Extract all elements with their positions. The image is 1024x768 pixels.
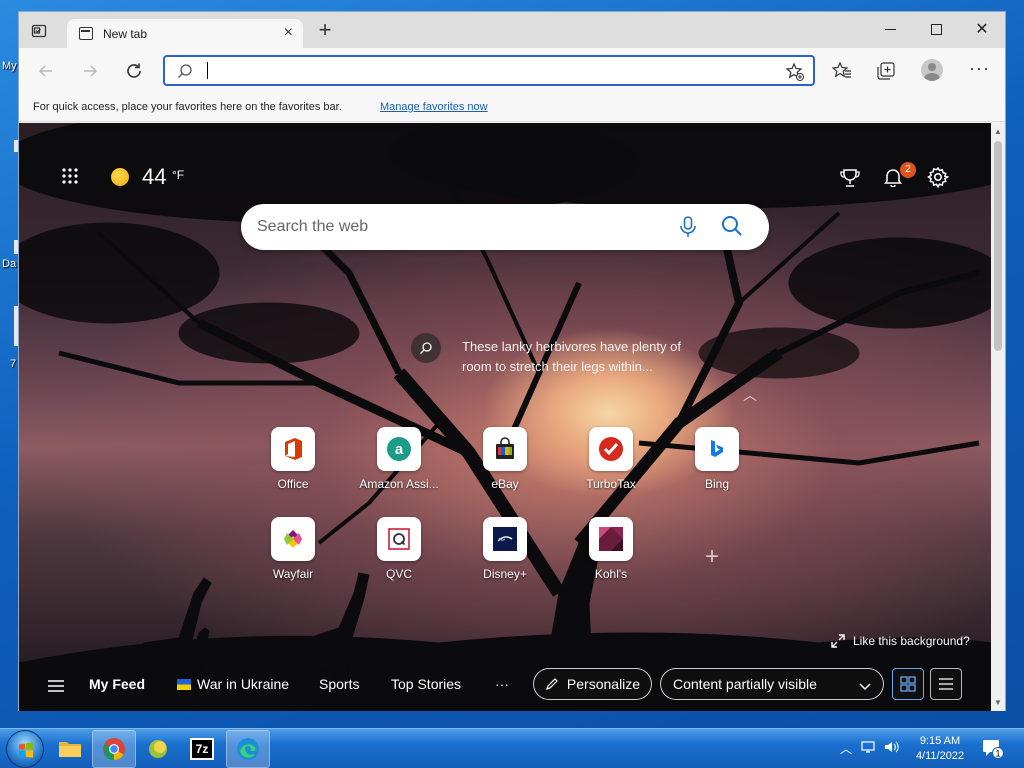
- desktop-icon-label[interactable]: 7: [10, 358, 16, 370]
- feed-tab-my-feed[interactable]: My Feed: [89, 676, 145, 692]
- apps-grid-icon[interactable]: [61, 167, 79, 188]
- scroll-down-icon[interactable]: ▼: [994, 698, 1002, 707]
- scroll-up-icon[interactable]: ▲: [994, 127, 1002, 136]
- taskbar-green-app[interactable]: [136, 730, 180, 768]
- list-layout-button[interactable]: [930, 668, 962, 700]
- web-search-box[interactable]: [241, 204, 769, 250]
- feed-tab-label: War in Ukraine: [197, 676, 290, 692]
- personalize-button[interactable]: Personalize: [533, 668, 652, 700]
- windows-logo-icon: [19, 742, 33, 758]
- scroll-thumb[interactable]: [994, 141, 1002, 351]
- green-app-icon: [149, 740, 167, 758]
- desktop-icon-label[interactable]: Da: [2, 258, 16, 270]
- feed-tab-top-stories[interactable]: Top Stories: [391, 676, 461, 692]
- personalize-label: Personalize: [566, 676, 641, 692]
- content-visibility-dropdown[interactable]: Content partially visible: [660, 668, 884, 700]
- taskbar-edge[interactable]: [226, 730, 270, 768]
- taskbar-file-explorer[interactable]: [48, 730, 92, 768]
- grid-layout-button[interactable]: [892, 668, 924, 700]
- feed-navigation-bar: My Feed War in Ukraine Sports Top Storie…: [19, 659, 991, 711]
- start-button[interactable]: [6, 730, 44, 768]
- new-tab-page: 44 °F 2 These lanky herbivores have plen…: [19, 123, 991, 711]
- wayfair-icon: [271, 517, 315, 561]
- quicklink-label: Wayfair: [272, 567, 314, 581]
- desktop-icon-label[interactable]: My: [2, 60, 17, 72]
- taskbar-clock[interactable]: 9:15 AM 4/11/2022: [908, 734, 972, 764]
- quicklink-label: eBay: [491, 477, 519, 491]
- chevron-up-icon[interactable]: ︿: [743, 385, 757, 405]
- weather-temperature[interactable]: 44: [142, 164, 166, 190]
- edge-icon: [237, 738, 259, 760]
- network-icon[interactable]: [860, 740, 876, 754]
- rewards-trophy-icon[interactable]: [839, 167, 861, 192]
- vertical-scrollbar[interactable]: ▲ ▼: [991, 123, 1005, 711]
- quicklink-bing[interactable]: Bing: [672, 427, 762, 491]
- chrome-icon: [103, 738, 125, 760]
- list-layout-icon: [939, 678, 953, 690]
- grid-layout-icon: [900, 676, 916, 692]
- taskbar-7zip[interactable]: 7z: [180, 730, 224, 768]
- quicklink-label: Amazon Assi...: [359, 477, 439, 491]
- hamburger-menu-icon[interactable]: [47, 679, 65, 696]
- taskbar-chrome[interactable]: [92, 730, 136, 768]
- quicklink-label: Office: [277, 477, 309, 491]
- quicklink-amazon-assistant[interactable]: a Amazon Assi...: [354, 427, 444, 491]
- like-background-button[interactable]: Like this background?: [831, 634, 970, 648]
- like-background-label: Like this background?: [853, 634, 970, 648]
- 7zip-icon: 7z: [190, 738, 214, 760]
- quicklink-qvc[interactable]: QVC: [354, 517, 444, 581]
- quicklink-disney-plus[interactable]: Disney+: [460, 517, 550, 581]
- page-viewport: 44 °F 2 These lanky herbivores have plen…: [19, 12, 1005, 711]
- feed-tab-sports[interactable]: Sports: [319, 676, 359, 692]
- quicklink-turbotax[interactable]: TurboTax: [566, 427, 656, 491]
- quicklink-office[interactable]: Office: [248, 427, 338, 491]
- quicklink-label: QVC: [385, 567, 412, 581]
- add-quicklink-icon[interactable]: +: [705, 543, 719, 571]
- quicklink-label: Kohl's: [594, 567, 628, 581]
- expand-icon: [831, 634, 845, 648]
- quicklink-label: Disney+: [483, 567, 527, 581]
- ukraine-flag-icon: [177, 679, 191, 690]
- search-submit-icon[interactable]: [721, 215, 743, 240]
- kohls-icon: [589, 517, 633, 561]
- background-caption[interactable]: These lanky herbivores have plenty of ro…: [462, 337, 712, 377]
- content-visibility-label: Content partially visible: [673, 676, 817, 692]
- show-hidden-icons-icon[interactable]: ︿: [840, 740, 852, 757]
- microphone-icon[interactable]: [679, 216, 697, 241]
- web-search-input[interactable]: [257, 216, 657, 238]
- clock-date: 4/11/2022: [915, 750, 965, 762]
- turbotax-icon: [589, 427, 633, 471]
- disney-icon: [483, 517, 527, 561]
- file-explorer-icon: [59, 742, 81, 757]
- notification-count-badge: 2: [900, 162, 916, 178]
- quicklink-ebay[interactable]: eBay: [460, 427, 550, 491]
- image-info-icon[interactable]: [411, 333, 441, 363]
- sun-icon[interactable]: [111, 168, 129, 186]
- volume-icon[interactable]: [884, 740, 900, 754]
- feed-more-button[interactable]: ···: [495, 676, 509, 692]
- svg-text:a: a: [395, 441, 404, 458]
- bing-icon: [695, 427, 739, 471]
- ebay-icon: [483, 427, 527, 471]
- amazon-icon: a: [377, 427, 421, 471]
- settings-gear-icon[interactable]: [927, 166, 950, 191]
- system-tray: ︿: [840, 740, 900, 757]
- quicklink-wayfair[interactable]: Wayfair: [248, 517, 338, 581]
- action-center-icon: 1: [983, 740, 1004, 759]
- quicklink-label: Bing: [704, 477, 730, 491]
- feed-tab-war-in-ukraine[interactable]: War in Ukraine: [177, 676, 289, 692]
- weather-unit: °F: [172, 168, 185, 182]
- action-center-count: 1: [995, 749, 1000, 759]
- pencil-icon: [545, 678, 558, 690]
- chevron-down-icon: [859, 678, 871, 694]
- qvc-icon: [377, 517, 421, 561]
- windows-taskbar: 7z ︿ 9:15 AM 4/11/2022 1: [0, 728, 1024, 768]
- office-icon: [271, 427, 315, 471]
- quicklink-kohls[interactable]: Kohl's: [566, 517, 656, 581]
- quicklink-label: TurboTax: [586, 477, 636, 491]
- clock-time: 9:15 AM: [919, 735, 961, 747]
- action-center-button[interactable]: 1: [982, 739, 1004, 762]
